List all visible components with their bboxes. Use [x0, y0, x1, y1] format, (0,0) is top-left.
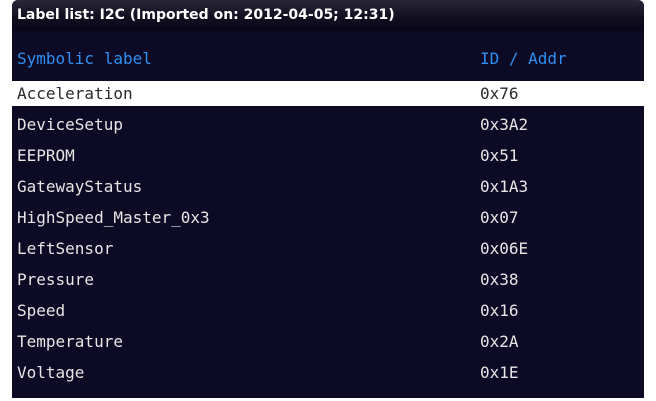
- row-symbolic-label: HighSpeed_Master_0x3: [17, 207, 210, 227]
- row-symbolic-label: Temperature: [17, 331, 123, 351]
- row-id-addr: 0x76: [480, 83, 519, 103]
- row-id-addr: 0x1A3: [480, 176, 529, 196]
- row-id-addr: 0x06E: [480, 238, 529, 258]
- label-row[interactable]: GatewayStatus 0x1A3: [12, 171, 644, 202]
- row-id-addr: 0x51: [480, 145, 519, 165]
- label-row[interactable]: Speed 0x16: [12, 295, 644, 326]
- column-header-symbolic-label[interactable]: Symbolic label: [17, 48, 152, 70]
- label-row[interactable]: EEPROM 0x51: [12, 140, 644, 171]
- row-symbolic-label: GatewayStatus: [17, 176, 143, 196]
- row-symbolic-label: EEPROM: [17, 145, 75, 165]
- label-row[interactable]: Temperature 0x2A: [12, 326, 644, 357]
- row-symbolic-label: Pressure: [17, 269, 95, 289]
- row-symbolic-label: LeftSensor: [17, 238, 114, 258]
- row-symbolic-label: Speed: [17, 300, 66, 320]
- row-id-addr: 0x1E: [480, 362, 519, 382]
- row-id-addr: 0x3A2: [480, 114, 529, 134]
- column-header-id-addr[interactable]: ID / Addr: [480, 48, 567, 70]
- row-symbolic-label: Voltage: [17, 362, 85, 382]
- row-symbolic-label: Acceleration: [17, 83, 133, 103]
- label-list: Acceleration 0x76 DeviceSetup 0x3A2 EEPR…: [12, 78, 644, 388]
- row-symbolic-label: DeviceSetup: [17, 114, 123, 134]
- row-id-addr: 0x2A: [480, 331, 519, 351]
- label-row-selected[interactable]: Acceleration 0x76: [12, 81, 644, 106]
- column-header-row: Symbolic label ID / Addr: [12, 31, 644, 78]
- row-id-addr: 0x16: [480, 300, 519, 320]
- row-id-addr: 0x38: [480, 269, 519, 289]
- label-row[interactable]: HighSpeed_Master_0x3 0x07: [12, 202, 644, 233]
- label-row[interactable]: LeftSensor 0x06E: [12, 233, 644, 264]
- window-title: Label list: I2C (Imported on: 2012-04-05…: [12, 0, 644, 31]
- row-id-addr: 0x07: [480, 207, 519, 227]
- label-row[interactable]: Pressure 0x38: [12, 264, 644, 295]
- label-row[interactable]: Voltage 0x1E: [12, 357, 644, 388]
- label-row[interactable]: DeviceSetup 0x3A2: [12, 109, 644, 140]
- label-list-window: Label list: I2C (Imported on: 2012-04-05…: [12, 0, 644, 398]
